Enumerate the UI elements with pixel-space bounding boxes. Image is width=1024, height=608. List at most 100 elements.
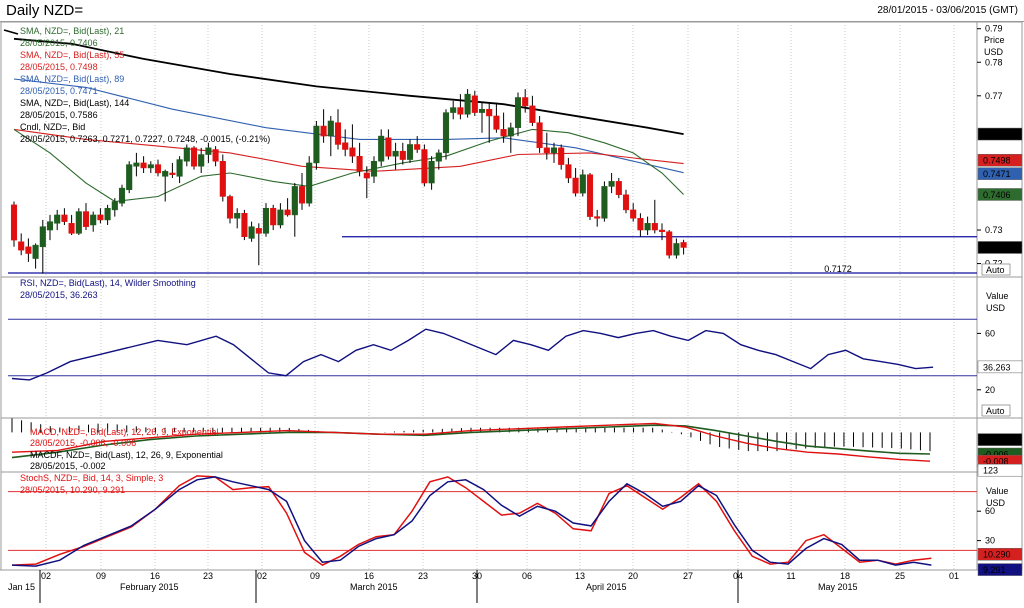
candle-down (226, 196, 234, 219)
candle-down (572, 177, 579, 194)
candle-down (637, 218, 644, 231)
candle-down (212, 149, 219, 162)
x-tick-label: 09 (310, 571, 320, 581)
candle-down (82, 211, 90, 227)
candle-down (241, 213, 248, 237)
candle-down (536, 122, 543, 149)
price-axis-currency: USD (984, 47, 1004, 57)
stoch-tick-label: 30 (985, 536, 995, 546)
x-tick-label: 13 (575, 571, 585, 581)
x-tick-label: 01 (949, 571, 959, 581)
candle-down (25, 246, 32, 254)
candle-down (666, 231, 673, 256)
candle-up (579, 174, 586, 194)
candle-up (183, 147, 190, 162)
candle-down (356, 155, 363, 172)
candle-up (54, 214, 61, 224)
price-badge: 0.7498 (983, 156, 1011, 166)
candle-up (32, 244, 39, 259)
x-tick-label: 27 (683, 571, 693, 581)
price-badge: 0.7586 (983, 130, 1011, 140)
candle-down (471, 95, 478, 113)
candle-down (219, 160, 226, 197)
candle-down (529, 105, 536, 123)
price-tick-label: 0.73 (985, 225, 1003, 235)
x-tick-label: 18 (840, 571, 850, 581)
month-label: March 2015 (350, 582, 398, 592)
candle-up (406, 144, 414, 160)
candle-down (658, 229, 666, 232)
rsi-axis-currency: USD (986, 303, 1006, 313)
macd-badge: -0.002 (983, 435, 1009, 445)
candle-up (313, 125, 320, 164)
candle-down (342, 142, 349, 150)
candle-down (486, 108, 493, 117)
candle-down (169, 172, 176, 175)
stoch-legend-value: 28/05/2015, 10.290, 9.291 (20, 485, 125, 495)
month-label: April 2015 (586, 582, 627, 592)
candle-up (118, 187, 126, 204)
candle-down (543, 147, 550, 154)
candle-up (104, 207, 111, 221)
price-badge: 0.7406 (983, 190, 1011, 200)
candle-up (507, 127, 514, 137)
candle-up (277, 209, 284, 226)
rsi-auto-label: Auto (986, 406, 1005, 416)
candle-up (133, 162, 140, 167)
candle-down (399, 150, 406, 160)
candle-down (586, 174, 594, 217)
macd-legend-name: MACD, NZD=, Bid(Last), 12, 26, 9, Expone… (30, 427, 218, 437)
support-line-label: 0.7172 (824, 264, 852, 274)
x-tick-label: 11 (786, 571, 795, 581)
rsi-legend-name: RSI, NZD=, Bid(Last), 14, Wilder Smoothi… (20, 278, 196, 288)
candle-down (385, 137, 392, 157)
stoch-tick-label: 60 (985, 506, 995, 516)
x-tick-label: 02 (257, 571, 267, 581)
candle-up (550, 147, 558, 154)
x-tick-label: 06 (522, 571, 532, 581)
candle-down (594, 216, 601, 219)
x-tick-label: 20 (628, 571, 638, 581)
candle-down (349, 147, 356, 157)
stoch-k-line (11, 476, 932, 567)
candle-up (673, 243, 680, 256)
candle-up (327, 120, 334, 137)
candle-down (68, 223, 75, 234)
candle-down (97, 214, 104, 221)
legend-marker-icon (3, 29, 19, 35)
price-tick-label: 0.78 (985, 57, 1003, 67)
candle-down (421, 149, 428, 184)
candle-down (363, 172, 370, 179)
candle-down (190, 147, 198, 167)
chart-canvas[interactable]: 02 09 16 23 02 09 16 23 30 06 13 20 27 04 11 18 25 01Jan … (0, 0, 1024, 608)
candle-down (154, 164, 162, 174)
candle-down (500, 129, 507, 137)
candle-up (90, 214, 97, 226)
panel-frame-stoch (0, 471, 1023, 571)
candle-up (147, 164, 154, 169)
x-tick-label: 16 (364, 571, 374, 581)
rsi-line (11, 328, 934, 381)
candle-down (140, 162, 147, 169)
macdf-legend-value: 28/05/2015, -0.002 (30, 461, 106, 471)
candle-up (126, 164, 133, 191)
candle-down (680, 242, 687, 248)
candle-up (306, 162, 313, 204)
candle-down (622, 194, 630, 211)
candle-down (61, 214, 68, 222)
candle-up (478, 108, 486, 113)
price-legend-value: 28/05/2015, 0.7498 (20, 62, 98, 72)
candle-down (615, 181, 622, 196)
candle-up (435, 152, 442, 162)
candle-down (18, 241, 25, 251)
x-tick-label: 25 (895, 571, 905, 581)
candle-down (284, 209, 291, 216)
candle-up (262, 207, 270, 234)
candle-up (291, 186, 298, 216)
price-legend-name: SMA, NZD=, Bid(Last), 144 (20, 98, 129, 108)
price-legend-value: 28/05/2015, 0.7263, 0.7271, 0.7227, 0.72… (20, 134, 270, 144)
month-label: Jan 15 (8, 582, 35, 592)
price-legend-name: SMA, NZD=, Bid(Last), 21 (20, 26, 124, 36)
candle-up (601, 186, 608, 219)
candle-up (205, 147, 212, 155)
